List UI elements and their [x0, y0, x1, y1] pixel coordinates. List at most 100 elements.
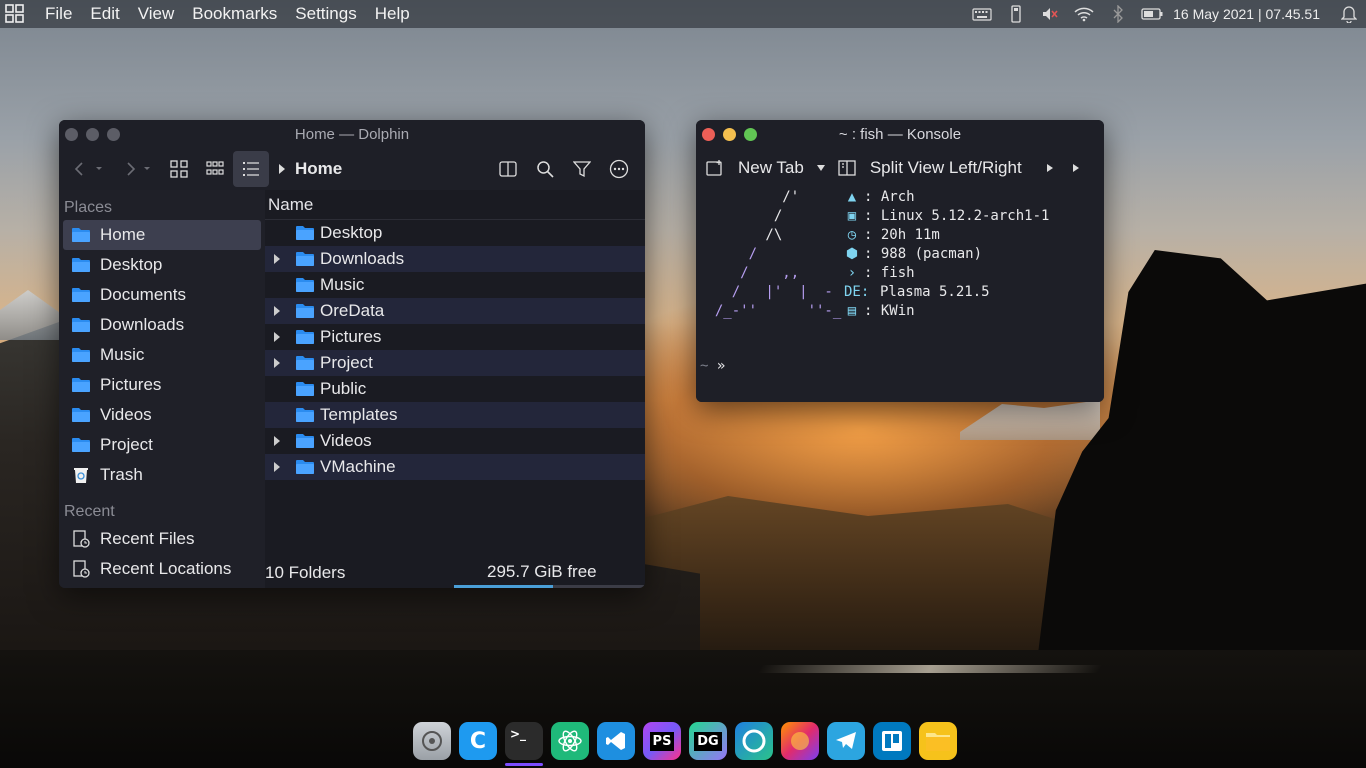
expand-arrow-icon[interactable] [273, 435, 281, 447]
app-launcher-icon[interactable] [2, 1, 28, 27]
places-item-home[interactable]: Home [63, 220, 261, 250]
shell-prompt[interactable]: ~ » [700, 358, 725, 374]
file-name: Desktop [320, 223, 383, 242]
menu-view[interactable]: View [129, 0, 184, 28]
dock-trello-icon[interactable] [873, 722, 911, 760]
file-row[interactable]: Videos [265, 428, 645, 454]
split-view-button[interactable]: Split View Left/Right [838, 158, 1022, 178]
wifi-icon[interactable] [1067, 0, 1101, 28]
battery-icon[interactable] [1135, 0, 1169, 28]
dock-firefox-icon[interactable] [781, 722, 819, 760]
expander[interactable] [265, 461, 289, 473]
new-tab-dropdown-icon[interactable] [816, 164, 826, 172]
konsole-titlebar[interactable]: ~ : fish — Konsole [696, 120, 1104, 148]
places-item-trash[interactable]: Trash [63, 460, 261, 490]
close-button[interactable] [65, 127, 78, 141]
expand-arrow-icon[interactable] [273, 357, 281, 369]
split-dropdown-icon[interactable] [1046, 163, 1054, 173]
menu-file[interactable]: File [36, 0, 81, 28]
menu-bookmarks[interactable]: Bookmarks [183, 0, 286, 28]
icons-view-icon[interactable] [161, 151, 197, 187]
filter-icon[interactable] [564, 151, 600, 187]
file-row[interactable]: Pictures [265, 324, 645, 350]
dock-files-icon[interactable] [919, 722, 957, 760]
file-row[interactable]: Downloads [265, 246, 645, 272]
places-item-music[interactable]: Music [63, 340, 261, 370]
places-item-documents[interactable]: Documents [63, 280, 261, 310]
minimize-button[interactable] [723, 127, 736, 141]
bluetooth-icon[interactable] [1101, 0, 1135, 28]
compact-view-icon[interactable] [197, 151, 233, 187]
file-name: OreData [320, 301, 385, 320]
column-header-name[interactable]: Name [265, 190, 645, 220]
folder-icon [296, 226, 314, 240]
close-button[interactable] [702, 127, 715, 141]
recent-files-icon [73, 530, 90, 548]
menu-settings[interactable]: Settings [286, 0, 365, 28]
neofetch-value: : Linux 5.12.2-arch1-1 [864, 208, 1050, 224]
wallpaper-snow-right [960, 400, 1100, 440]
breadcrumb[interactable]: Home [277, 159, 342, 179]
dock-phpstorm-icon[interactable]: PS [643, 722, 681, 760]
expander[interactable] [265, 331, 289, 343]
expander[interactable] [265, 253, 289, 265]
recent-item-recent-locations[interactable]: Recent Locations [63, 554, 261, 584]
maximize-button[interactable] [107, 127, 120, 141]
dock-telegram-icon[interactable] [827, 722, 865, 760]
menu-help[interactable]: Help [366, 0, 419, 28]
back-button[interactable] [65, 151, 111, 187]
dock-edge-icon[interactable] [735, 722, 773, 760]
dolphin-titlebar[interactable]: Home — Dolphin [59, 120, 645, 148]
places-item-label: Trash [100, 465, 143, 484]
overflow-menu-icon[interactable] [1072, 163, 1080, 173]
neofetch-value: : 988 (pacman) [864, 246, 983, 262]
places-item-project[interactable]: Project [63, 430, 261, 460]
file-name: Public [320, 379, 367, 398]
expand-arrow-icon[interactable] [273, 253, 281, 265]
dock-datagrip-icon[interactable]: DG [689, 722, 727, 760]
dock-terminal-icon[interactable]: >_ [505, 722, 543, 766]
expander[interactable] [265, 435, 289, 447]
dock-vscode-icon[interactable] [597, 722, 635, 760]
maximize-button[interactable] [744, 127, 757, 141]
file-row[interactable]: Templates [265, 402, 645, 428]
places-item-pictures[interactable]: Pictures [63, 370, 261, 400]
free-space-indicator[interactable]: 295.7 GiB free [454, 558, 645, 588]
places-item-videos[interactable]: Videos [63, 400, 261, 430]
dock-system-settings-icon[interactable] [413, 722, 451, 760]
usb-drive-icon[interactable] [999, 0, 1033, 28]
dock-atom-icon[interactable] [551, 722, 589, 760]
file-row[interactable]: VMachine [265, 454, 645, 480]
details-view-icon[interactable] [233, 151, 269, 187]
file-row[interactable]: Desktop [265, 220, 645, 246]
expand-arrow-icon[interactable] [273, 305, 281, 317]
split-panel-icon[interactable] [490, 151, 526, 187]
clock[interactable]: 16 May 2021 | 07.45.51 [1169, 6, 1332, 22]
forward-button[interactable] [111, 151, 161, 187]
file-row[interactable]: Music [265, 272, 645, 298]
search-icon[interactable] [527, 151, 563, 187]
expand-arrow-icon[interactable] [273, 331, 281, 343]
recent-item-recent-files[interactable]: Recent Files [63, 524, 261, 554]
dock-chrome-c-icon[interactable]: C [459, 722, 497, 760]
more-options-icon[interactable] [601, 151, 637, 187]
places-item-desktop[interactable]: Desktop [63, 250, 261, 280]
terminal-area[interactable]: /' / /\ / / ,, / |' | - /_-'' ''-_ ▲: Ar… [696, 188, 1104, 402]
file-row[interactable]: OreData [265, 298, 645, 324]
places-item-downloads[interactable]: Downloads [63, 310, 261, 340]
minimize-button[interactable] [86, 127, 99, 141]
neofetch-line: ▣: Linux 5.12.2-arch1-1 [844, 207, 1050, 226]
folder-icon [296, 434, 314, 448]
notification-bell-icon[interactable] [1332, 0, 1366, 28]
new-tab-button[interactable]: New Tab [706, 158, 804, 178]
expand-arrow-icon[interactable] [273, 461, 281, 473]
expander[interactable] [265, 305, 289, 317]
file-row[interactable]: Public [265, 376, 645, 402]
home-folder-icon [72, 228, 90, 242]
volume-muted-icon[interactable] [1033, 0, 1067, 28]
file-row[interactable]: Project [265, 350, 645, 376]
keyboard-icon[interactable] [965, 0, 999, 28]
menu-edit[interactable]: Edit [81, 0, 128, 28]
breadcrumb-home[interactable]: Home [295, 159, 342, 179]
expander[interactable] [265, 357, 289, 369]
